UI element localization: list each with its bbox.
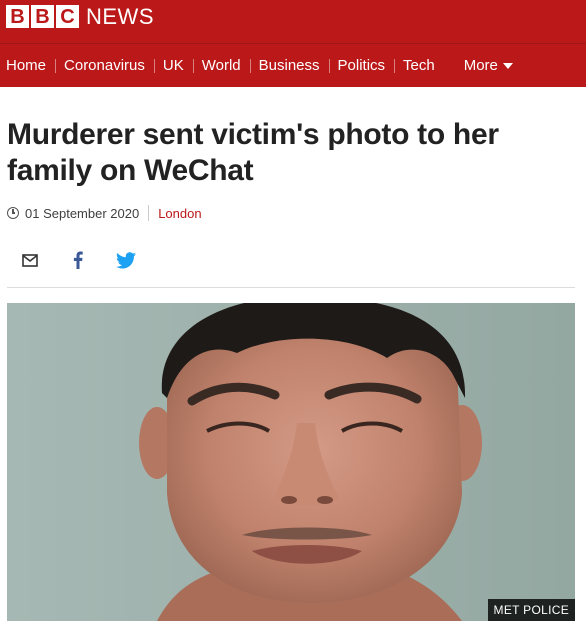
suspect-portrait xyxy=(7,303,575,621)
logo-news-text: NEWS xyxy=(86,4,154,29)
email-icon xyxy=(22,253,38,267)
facebook-icon xyxy=(73,251,83,269)
site-header: B B C NEWS xyxy=(0,0,586,43)
article-location-link[interactable]: London xyxy=(158,206,201,221)
meta-divider xyxy=(148,205,150,221)
article-image: MET POLICE xyxy=(7,303,575,621)
clock-icon xyxy=(7,207,19,219)
share-facebook-button[interactable] xyxy=(68,250,88,270)
nav-item-coronavirus[interactable]: Coronavirus xyxy=(55,44,154,87)
nav-item-uk[interactable]: UK xyxy=(153,44,193,87)
main-navigation: Home Coronavirus UK World Business Polit… xyxy=(0,43,586,87)
bbc-news-logo[interactable]: B B C NEWS xyxy=(6,5,154,28)
nav-item-home[interactable]: Home xyxy=(6,44,55,87)
nav-item-world[interactable]: World xyxy=(192,44,250,87)
share-divider xyxy=(7,287,575,288)
logo-letter-b1: B xyxy=(6,5,29,28)
logo-letter-b2: B xyxy=(31,5,54,28)
article-date: 01 September 2020 xyxy=(25,205,140,221)
share-tools xyxy=(20,250,136,270)
nav-item-business[interactable]: Business xyxy=(249,44,329,87)
image-credit: MET POLICE xyxy=(487,599,575,621)
article-meta: 01 September 2020 London xyxy=(7,205,202,221)
nav-item-politics[interactable]: Politics xyxy=(328,44,395,87)
nav-item-tech[interactable]: Tech xyxy=(394,44,444,87)
twitter-icon xyxy=(116,251,136,268)
share-twitter-button[interactable] xyxy=(116,250,136,270)
nav-more-label: More xyxy=(463,57,498,74)
logo-letter-c: C xyxy=(56,5,79,28)
nav-more-button[interactable]: More xyxy=(455,44,522,87)
article-headline: Murderer sent victim's photo to her fami… xyxy=(7,118,499,187)
chevron-down-icon xyxy=(502,62,513,69)
share-email-button[interactable] xyxy=(20,250,40,270)
